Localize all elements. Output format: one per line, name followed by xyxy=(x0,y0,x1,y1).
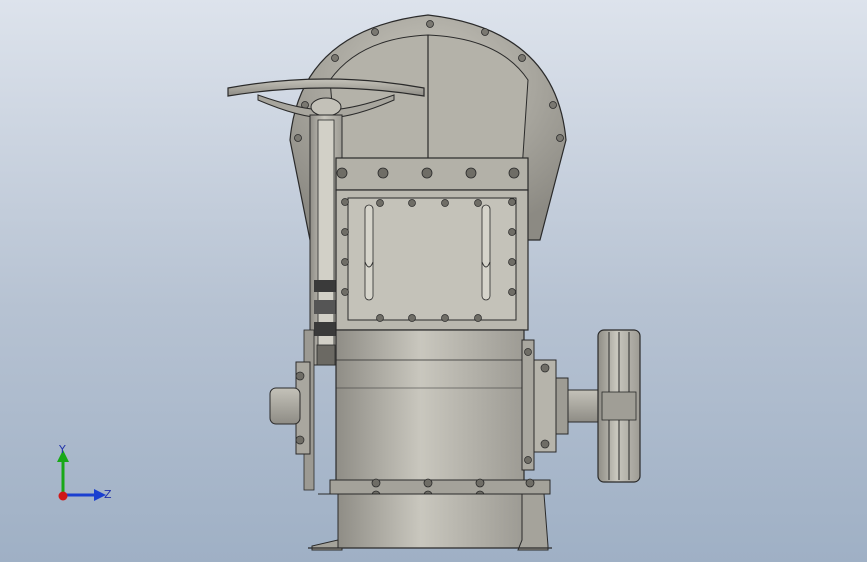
v-belt-pulley[interactable] xyxy=(597,329,641,483)
base-stand xyxy=(308,493,552,551)
bonnet-housing[interactable] xyxy=(335,157,529,331)
axis-triad[interactable]: Y Z xyxy=(46,440,116,510)
cad-viewport[interactable]: Y Z xyxy=(0,0,867,562)
z-axis-label: Z xyxy=(104,488,112,501)
y-axis-label: Y xyxy=(58,443,66,456)
x-axis-point xyxy=(58,491,68,501)
right-shaft-assembly[interactable] xyxy=(521,339,603,471)
left-shaft-assembly[interactable] xyxy=(269,361,311,455)
valve-body[interactable] xyxy=(329,329,551,500)
gate-valve-model[interactable] xyxy=(0,0,867,562)
